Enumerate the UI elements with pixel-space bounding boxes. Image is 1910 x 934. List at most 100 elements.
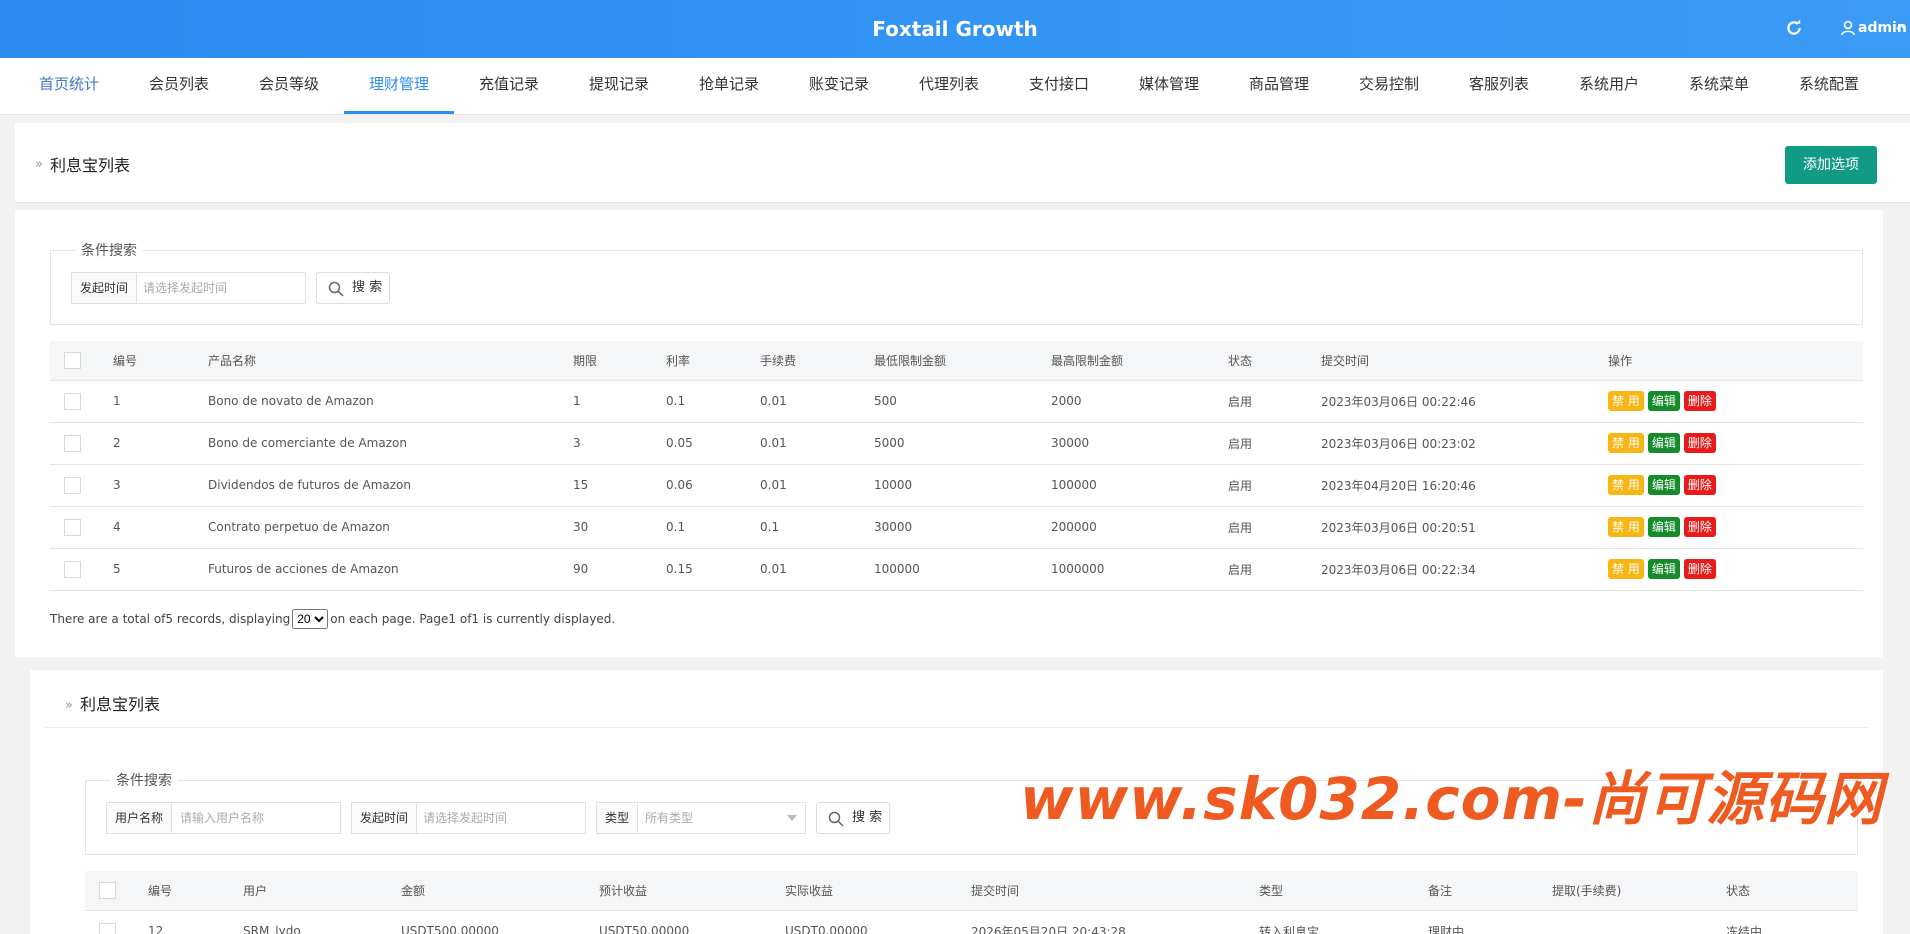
column-header: 手续费 <box>760 353 797 368</box>
search-icon <box>828 811 844 827</box>
column-header: 利率 <box>666 353 691 368</box>
pager-prefix: There are a total of5 records, displayin… <box>50 612 291 626</box>
pagination: There are a total of5 records, displayin… <box>50 609 615 629</box>
nav-item[interactable]: 媒体管理 <box>1114 58 1224 114</box>
nav-item[interactable]: 会员列表 <box>124 58 234 114</box>
cell-time: 2023年03月06日 00:23:02 <box>1321 436 1476 451</box>
search-button[interactable]: 搜 索 <box>316 272 390 304</box>
row-checkbox[interactable] <box>64 476 81 494</box>
cell-term: 3 <box>573 436 581 450</box>
cell-rate: 0.05 <box>666 436 693 450</box>
cell-id: 12 <box>148 924 164 934</box>
column-header: 金额 <box>401 883 426 898</box>
search-button[interactable]: 搜 索 <box>816 802 890 834</box>
disable-button[interactable]: 禁 用 <box>1608 517 1644 537</box>
column-header: 期限 <box>573 353 598 368</box>
row-checkbox[interactable] <box>64 392 81 410</box>
nav-item[interactable]: 提现记录 <box>564 58 674 114</box>
nav-item[interactable]: 首页统计 <box>14 58 124 114</box>
column-header: 提交时间 <box>971 883 1020 898</box>
cell-time: 2023年04月20日 16:20:46 <box>1321 478 1476 493</box>
cell-rate: 0.15 <box>666 562 693 576</box>
cell-min: 30000 <box>874 520 913 534</box>
time-filter-input[interactable]: 请选择发起时间 <box>415 803 585 833</box>
delete-button[interactable]: 删除 <box>1683 391 1716 411</box>
disable-button[interactable]: 禁 用 <box>1608 559 1644 579</box>
edit-button[interactable]: 编辑 <box>1647 475 1680 495</box>
cell-id: 4 <box>113 520 121 534</box>
nav-item[interactable]: 抢单记录 <box>674 58 784 114</box>
nav-item[interactable]: 商品管理 <box>1224 58 1334 114</box>
cell-min: 10000 <box>874 478 913 492</box>
page-size-select[interactable]: 20 <box>292 609 329 629</box>
disable-button[interactable]: 禁 用 <box>1608 433 1644 453</box>
nav-item[interactable]: 账变记录 <box>784 58 894 114</box>
column-header: 预计收益 <box>599 883 648 898</box>
row-checkbox[interactable] <box>64 560 81 578</box>
watermark: www.sk032.com-尚可源码网 <box>1020 765 1884 833</box>
nav-item[interactable]: 交易控制 <box>1334 58 1444 114</box>
row-checkbox[interactable] <box>64 434 81 452</box>
edit-button[interactable]: 编辑 <box>1647 517 1680 537</box>
nav-item[interactable]: 支付接口 <box>1004 58 1114 114</box>
edit-button[interactable]: 编辑 <box>1647 559 1680 579</box>
search-legend: 条件搜索 <box>110 770 178 790</box>
divider <box>45 727 1868 728</box>
nav-item[interactable]: 系统菜单 <box>1664 58 1774 114</box>
delete-button[interactable]: 删除 <box>1683 559 1716 579</box>
cell-user: SRM_lydo <box>243 924 301 934</box>
row-checkbox[interactable] <box>99 881 116 899</box>
edit-button[interactable]: 编辑 <box>1647 433 1680 453</box>
delete-button[interactable]: 删除 <box>1683 433 1716 453</box>
cell-time: 2023年03月06日 00:22:34 <box>1321 562 1476 577</box>
time-filter-input[interactable]: 请选择发起时间 <box>135 273 305 303</box>
table-row: 3 Dividendos de futuros de Amazon 15 0.06 0.… <box>50 464 1863 507</box>
nav-item[interactable]: 充值记录 <box>454 58 564 114</box>
cell-rate: 0.1 <box>666 394 686 408</box>
nav-item[interactable]: 客服列表 <box>1444 58 1554 114</box>
column-header: 实际收益 <box>785 883 834 898</box>
type-select-value[interactable]: 所有类型 <box>637 803 777 833</box>
refresh-icon[interactable] <box>1785 19 1803 37</box>
nav-item[interactable]: 系统用户 <box>1554 58 1664 114</box>
delete-button[interactable]: 删除 <box>1683 475 1716 495</box>
cell-id: 5 <box>113 562 121 576</box>
time-filter-label: 发起时间 <box>72 273 138 303</box>
table-row: 12 SRM_lydo USDT500.00000 USDT50.00000 USDT0… <box>85 910 1858 934</box>
cell-amount: USDT500.00000 <box>401 924 499 934</box>
edit-button[interactable]: 编辑 <box>1647 391 1680 411</box>
table-row: 1 Bono de novato de Amazon 1 0.1 0.01 500 2000… <box>50 380 1863 423</box>
cell-min: 100000 <box>874 562 920 576</box>
cell-expected: USDT50.00000 <box>599 924 690 934</box>
cell-id: 2 <box>113 436 121 450</box>
dropdown-arrow-icon[interactable] <box>787 815 797 821</box>
row-checkbox[interactable] <box>99 922 116 934</box>
app-title: Foxtail Growth <box>872 17 1038 41</box>
delete-button[interactable]: 删除 <box>1683 517 1716 537</box>
cell-term: 90 <box>573 562 589 576</box>
cell-note: 理财中 <box>1428 924 1465 934</box>
type-filter[interactable]: 类型 所有类型 <box>596 802 806 834</box>
user-filter: 用户名称 请输入用户名称 <box>106 802 341 834</box>
time-filter: 发起时间 请选择发起时间 <box>71 272 306 304</box>
cell-min: 500 <box>874 394 897 408</box>
column-header: 用户 <box>243 883 268 898</box>
cell-id: 1 <box>113 394 121 408</box>
disable-button[interactable]: 禁 用 <box>1608 475 1644 495</box>
disable-button[interactable]: 禁 用 <box>1608 391 1644 411</box>
nav-item[interactable]: 代理列表 <box>894 58 1004 114</box>
add-option-button[interactable]: 添加选项 <box>1785 146 1877 184</box>
row-checkbox[interactable] <box>64 351 81 369</box>
cell-max: 200000 <box>1051 520 1097 534</box>
column-header: 状态 <box>1726 883 1751 898</box>
chevron-up-icon[interactable] <box>1896 22 1906 32</box>
nav-item[interactable]: 会员等级 <box>234 58 344 114</box>
row-checkbox[interactable] <box>64 518 81 536</box>
cell-status: 启用 <box>1228 394 1253 409</box>
user-filter-input[interactable]: 请输入用户名称 <box>172 803 340 833</box>
double-chevron-icon: » <box>65 698 73 713</box>
nav-item[interactable]: 系统配置 <box>1774 58 1884 114</box>
page-title: 利息宝列表 <box>50 156 131 175</box>
section-title: 利息宝列表 <box>80 695 161 714</box>
nav-item[interactable]: 理财管理 <box>344 58 454 114</box>
